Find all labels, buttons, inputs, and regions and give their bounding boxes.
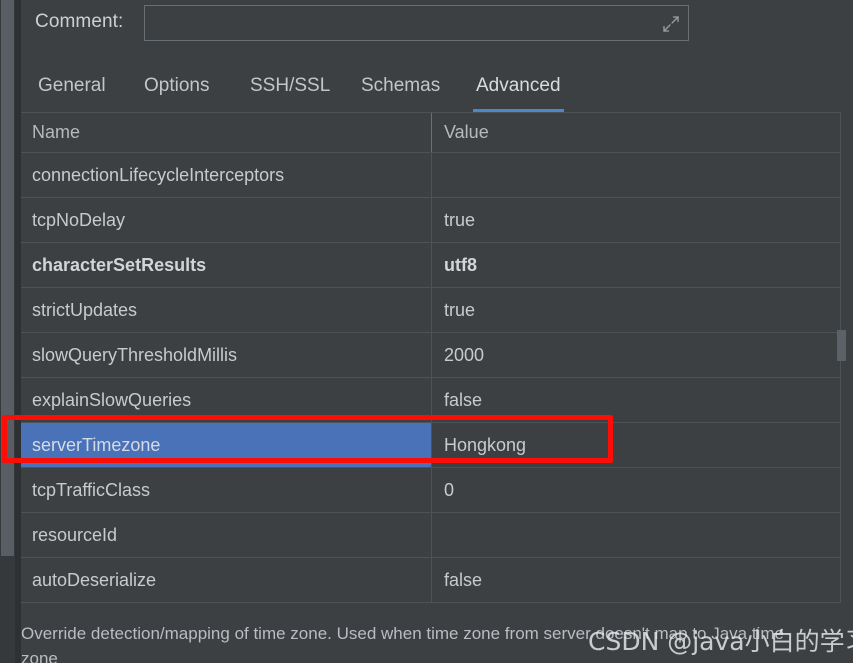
table-row[interactable]: autoDeserialize false bbox=[21, 558, 840, 603]
row-value[interactable]: true bbox=[431, 288, 840, 332]
row-name[interactable]: explainSlowQueries bbox=[21, 378, 431, 422]
row-name[interactable]: strictUpdates bbox=[21, 288, 431, 332]
expand-icon[interactable] bbox=[662, 15, 680, 33]
tab-schemas[interactable]: Schemas bbox=[358, 66, 443, 112]
comment-input[interactable] bbox=[144, 5, 689, 41]
table-row[interactable]: explainSlowQueries false bbox=[21, 378, 840, 423]
row-name[interactable]: slowQueryThresholdMillis bbox=[21, 333, 431, 377]
tab-advanced[interactable]: Advanced bbox=[473, 66, 564, 112]
row-value[interactable]: Hongkong bbox=[431, 423, 840, 467]
tab-advanced-label: Advanced bbox=[476, 75, 561, 96]
row-name[interactable]: tcpNoDelay bbox=[21, 198, 431, 242]
column-header-value[interactable]: Value bbox=[431, 113, 840, 152]
table-row[interactable]: connectionLifecycleInterceptors bbox=[21, 153, 840, 198]
row-value[interactable]: true bbox=[431, 198, 840, 242]
row-value[interactable]: false bbox=[431, 558, 840, 602]
comment-label: Comment: bbox=[35, 11, 124, 32]
tab-options-label: Options bbox=[144, 75, 210, 96]
row-name[interactable]: connectionLifecycleInterceptors bbox=[21, 153, 431, 197]
row-value[interactable] bbox=[431, 513, 840, 557]
column-header-name[interactable]: Name bbox=[21, 113, 431, 152]
tab-bar: General Options SSH/SSL Schemas Advanced bbox=[21, 66, 853, 112]
row-name[interactable]: resourceId bbox=[21, 513, 431, 557]
left-scrollbar-thumb[interactable] bbox=[1, 0, 14, 556]
table-row[interactable]: tcpNoDelay true bbox=[21, 198, 840, 243]
tab-schemas-label: Schemas bbox=[361, 75, 441, 96]
table-row[interactable]: resourceId bbox=[21, 513, 840, 558]
connection-settings-panel: Comment: General Options SSH/SSL Schemas… bbox=[0, 0, 853, 663]
table-scrollbar-thumb[interactable] bbox=[837, 330, 846, 361]
advanced-properties-table: Name Value connectionLifecycleIntercepto… bbox=[21, 112, 841, 603]
row-name[interactable]: tcpTrafficClass bbox=[21, 468, 431, 512]
table-row[interactable]: characterSetResults utf8 bbox=[21, 243, 840, 288]
settings-content: Comment: General Options SSH/SSL Schemas… bbox=[21, 0, 853, 663]
table-row[interactable]: tcpTrafficClass 0 bbox=[21, 468, 840, 513]
table-row[interactable]: slowQueryThresholdMillis 2000 bbox=[21, 333, 840, 378]
row-value[interactable]: 0 bbox=[431, 468, 840, 512]
watermark: CSDN @java小白的学习日记 bbox=[588, 627, 853, 656]
row-value[interactable]: utf8 bbox=[431, 243, 840, 287]
row-name[interactable]: autoDeserialize bbox=[21, 558, 431, 602]
tab-general-label: General bbox=[38, 75, 106, 96]
tab-options[interactable]: Options bbox=[141, 66, 212, 112]
row-name[interactable]: serverTimezone bbox=[21, 423, 431, 467]
row-name[interactable]: characterSetResults bbox=[21, 243, 431, 287]
comment-row: Comment: bbox=[21, 0, 853, 58]
tab-ssh-ssl-label: SSH/SSL bbox=[250, 75, 331, 96]
table-row-selected[interactable]: serverTimezone Hongkong bbox=[21, 423, 840, 468]
table-row[interactable]: strictUpdates true bbox=[21, 288, 840, 333]
row-value[interactable]: 2000 bbox=[431, 333, 840, 377]
row-value[interactable] bbox=[431, 153, 840, 197]
table-header-row: Name Value bbox=[21, 113, 840, 153]
tab-general[interactable]: General bbox=[35, 66, 109, 112]
tab-ssh-ssl[interactable]: SSH/SSL bbox=[247, 66, 333, 112]
row-value[interactable]: false bbox=[431, 378, 840, 422]
